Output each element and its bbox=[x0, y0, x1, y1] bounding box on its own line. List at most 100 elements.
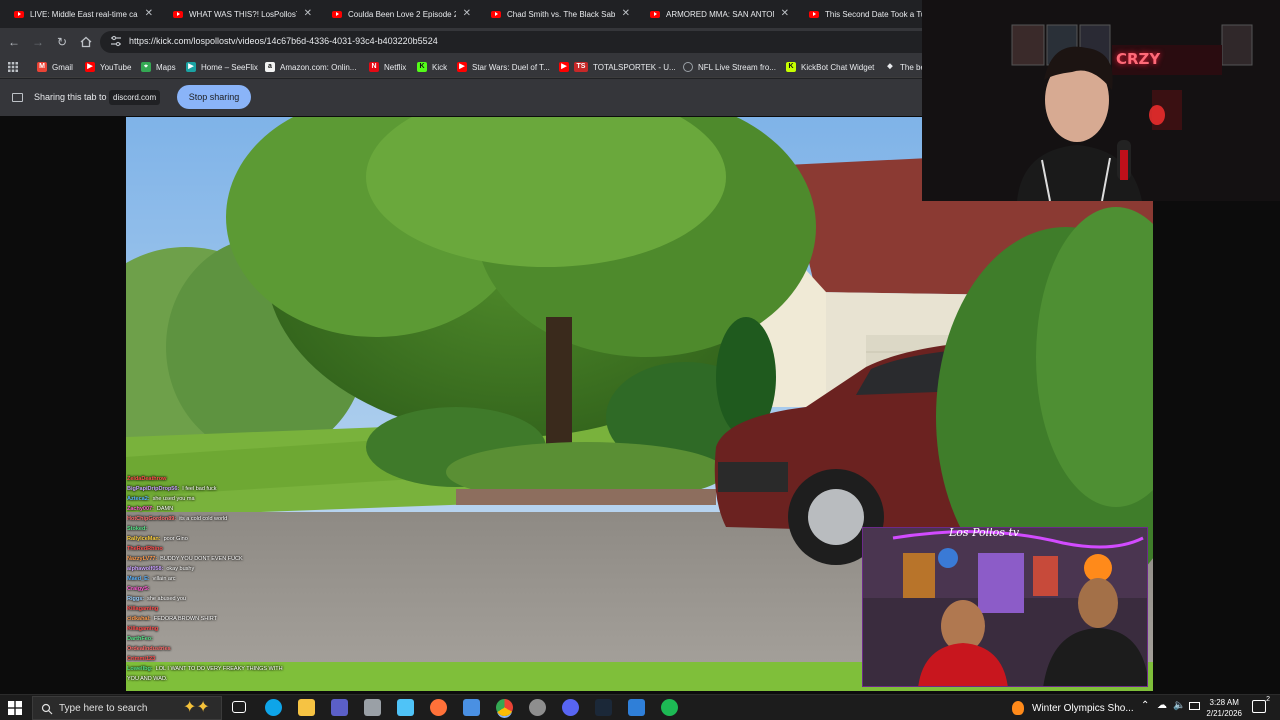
system-clock[interactable]: 3:28 AM 2/21/2026 bbox=[1206, 697, 1242, 719]
chat-message: Riggs: she abused you bbox=[127, 594, 327, 604]
bookmark-label: Netflix bbox=[384, 62, 407, 72]
tab-title: Coulda Been Love 2 Episode 2 bbox=[348, 9, 456, 19]
start-button[interactable] bbox=[8, 701, 22, 715]
chat-message: TheRedRhino bbox=[127, 544, 327, 554]
search-icon bbox=[41, 702, 53, 720]
close-icon[interactable]: ✕ bbox=[622, 8, 630, 19]
chat-message: BigPapiDripDrop56: I feel bad fuck bbox=[127, 484, 327, 494]
bookmark-the-be[interactable]: ◆ The be bbox=[885, 60, 925, 74]
maps-icon: ⌖ bbox=[141, 62, 151, 72]
chrome-icon[interactable] bbox=[496, 699, 513, 716]
chat-username: Maed_E: bbox=[127, 576, 150, 582]
network-icon[interactable]: ☁ bbox=[1157, 700, 1167, 711]
weather-widget[interactable]: Winter Olympics Sho... bbox=[1012, 699, 1134, 717]
chat-username: Crimmi123 bbox=[127, 656, 156, 662]
olympics-icon bbox=[1012, 701, 1024, 715]
bookmark-youtube[interactable]: ▶ YouTube bbox=[85, 60, 131, 74]
back-arrow-icon[interactable]: ← bbox=[6, 34, 22, 50]
chat-text: YOU AND WAD. bbox=[127, 676, 168, 682]
youtube-icon bbox=[650, 10, 660, 18]
speaker-icon[interactable]: 🔈 bbox=[1173, 700, 1185, 711]
spotify-icon[interactable] bbox=[661, 699, 678, 716]
forward-arrow-icon[interactable]: → bbox=[30, 34, 46, 50]
tab-1[interactable]: LIVE: Middle East real-time cam ✕ bbox=[0, 0, 159, 28]
bookmark-gmail[interactable]: M Gmail bbox=[37, 60, 73, 74]
neon-sign: CRZY bbox=[1116, 50, 1161, 68]
youtube-icon bbox=[332, 10, 342, 18]
streamer-webcam: CRZY bbox=[922, 0, 1280, 201]
chat-username: BigPapiDripDrop56: bbox=[127, 486, 180, 492]
stop-sharing-button[interactable]: Stop sharing bbox=[177, 85, 251, 109]
address-bar[interactable]: https://kick.com/lospollostv/videos/14c6… bbox=[100, 31, 922, 53]
calculator-icon[interactable] bbox=[331, 699, 348, 716]
chat-text: LOL I WANT TO DO VERY FREAKY THINGS WITH bbox=[155, 666, 283, 672]
chat-username: OrdealIndustries bbox=[127, 646, 171, 652]
chat-message: OrdealIndustries bbox=[127, 644, 327, 654]
chevron-up-icon[interactable]: ⌃ bbox=[1141, 700, 1149, 711]
obs-icon[interactable] bbox=[529, 699, 546, 716]
firefox-icon[interactable] bbox=[430, 699, 447, 716]
site-info-icon[interactable] bbox=[110, 35, 124, 49]
steam-icon[interactable] bbox=[595, 699, 612, 716]
chat-text: poor Gino bbox=[163, 536, 188, 542]
chat-message: Crimmi123 bbox=[127, 654, 327, 664]
bookmark-kick[interactable]: K Kick bbox=[417, 60, 447, 74]
bookmark-maps[interactable]: ⌖ Maps bbox=[141, 60, 176, 74]
notification-button[interactable]: 2 bbox=[1252, 696, 1270, 713]
chat-message: YOU AND WAD. bbox=[127, 674, 327, 684]
apps-grid-icon[interactable] bbox=[8, 60, 18, 74]
home-icon[interactable] bbox=[78, 34, 94, 50]
chat-message: Killagaming bbox=[127, 624, 327, 634]
browser-toolbar: ← → ↻ https://kick.com/lospollostv/video… bbox=[0, 28, 922, 56]
chat-username: cidkahal: bbox=[127, 616, 151, 622]
close-icon[interactable]: ✕ bbox=[781, 8, 789, 19]
close-icon[interactable]: ✕ bbox=[304, 8, 312, 19]
chat-overlay: ZeldaDeathrow BigPapiDripDrop56: I feel ba… bbox=[127, 474, 327, 684]
chat-username: Lowellbg: bbox=[127, 666, 153, 672]
chat-username: HotChipGordon89: bbox=[127, 516, 177, 522]
bookmark-label: Kick bbox=[432, 62, 448, 72]
globe-icon bbox=[683, 62, 693, 72]
weather-text: Winter Olympics Sho... bbox=[1032, 702, 1134, 714]
task-view-icon[interactable] bbox=[232, 701, 246, 713]
tab-6[interactable]: This Second Date Took a Turn bbox=[795, 0, 922, 28]
bookmark-totalsportek[interactable]: ▶ TS TOTALSPORTEK - U... bbox=[559, 60, 676, 74]
chat-username: CraigyS: bbox=[127, 586, 150, 592]
bookmark-kickbot[interactable]: K KickBot Chat Widget bbox=[786, 60, 874, 74]
bookmark-star-wars[interactable]: ▶ Star Wars: Duel of T... bbox=[457, 60, 550, 74]
tab-4[interactable]: Chad Smith vs. The Black Sabbath ✕ bbox=[477, 0, 636, 28]
app-icon-1[interactable] bbox=[364, 699, 381, 716]
bookmark-label: YouTube bbox=[100, 62, 132, 72]
chat-text: villain arc bbox=[152, 576, 176, 582]
bookmark-nfl[interactable]: NFL Live Stream fro... bbox=[683, 60, 776, 74]
file-explorer-icon[interactable] bbox=[298, 699, 315, 716]
chat-text: its a cold cold world bbox=[179, 516, 228, 522]
search-placeholder: Type here to search bbox=[59, 703, 148, 714]
photos-icon[interactable] bbox=[628, 699, 645, 716]
close-icon[interactable]: ✕ bbox=[463, 8, 471, 19]
tab-title: Chad Smith vs. The Black Sabbath bbox=[507, 9, 615, 19]
reload-icon[interactable]: ↻ bbox=[54, 34, 70, 50]
chat-username: DarthFeo: bbox=[127, 636, 153, 642]
tab-5[interactable]: ARMORED MMA: SAN ANTONIO ✕ bbox=[636, 0, 795, 28]
bookmark-seeflix[interactable]: ▶ Home – SeeFlix bbox=[186, 60, 258, 74]
bookmark-netflix[interactable]: N Netflix bbox=[369, 60, 406, 74]
bookmark-amazon[interactable]: a Amazon.com: Onlin... bbox=[265, 60, 356, 74]
bookmark-label: Home – SeeFlix bbox=[201, 62, 258, 72]
chat-text: FEDORA BROWN SHIRT bbox=[153, 616, 217, 622]
gmail-icon: M bbox=[37, 62, 47, 72]
edge-icon[interactable] bbox=[265, 699, 282, 716]
tab-3[interactable]: Coulda Been Love 2 Episode 2 ✕ bbox=[318, 0, 477, 28]
app-icon-2[interactable] bbox=[397, 699, 414, 716]
chat-message: cidkahal: FEDORA BROWN SHIRT bbox=[127, 614, 327, 624]
close-icon[interactable]: ✕ bbox=[145, 8, 153, 19]
clock-time: 3:28 AM bbox=[1209, 698, 1239, 707]
youtube-icon: ▶ bbox=[457, 62, 467, 72]
discord-icon[interactable] bbox=[562, 699, 579, 716]
app-icon-3[interactable] bbox=[463, 699, 480, 716]
taskbar-search[interactable]: Type here to search ✦✦ bbox=[32, 696, 222, 720]
display-icon[interactable] bbox=[1189, 702, 1200, 710]
tab-title: LIVE: Middle East real-time cam bbox=[30, 9, 138, 19]
tab-2[interactable]: WHAT WAS THIS?! LosPollosTV ✕ bbox=[159, 0, 318, 28]
chat-username: Azteca2: bbox=[127, 496, 150, 502]
